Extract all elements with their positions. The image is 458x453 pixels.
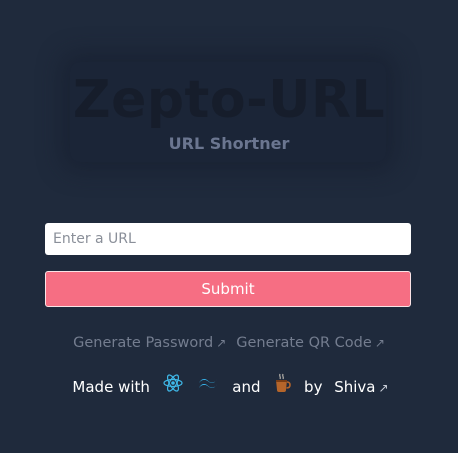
author-name: Shiva bbox=[334, 377, 376, 396]
external-link-icon: ↗ bbox=[374, 336, 385, 350]
author-link[interactable]: Shiva ↗ bbox=[334, 378, 388, 396]
tailwind-icon bbox=[197, 375, 219, 397]
submit-button[interactable]: Submit bbox=[45, 271, 411, 307]
url-input[interactable] bbox=[45, 223, 411, 255]
app-title: Zepto-URL bbox=[72, 70, 386, 130]
and-text: and bbox=[232, 377, 261, 396]
generate-password-label: Generate Password bbox=[73, 335, 214, 351]
external-link-icon: ↗ bbox=[216, 336, 227, 350]
react-icon bbox=[163, 373, 183, 399]
generate-qr-code-link[interactable]: Generate QR Code ↗ bbox=[236, 333, 385, 353]
made-with-text: Made with bbox=[72, 377, 150, 396]
external-link-icon: ↗ bbox=[378, 380, 389, 395]
footer-credit: Made with and by Shiva ↗ bbox=[0, 373, 458, 400]
app-subtitle: URL Shortner bbox=[168, 134, 290, 153]
coffee-icon bbox=[273, 373, 292, 399]
by-text: by bbox=[304, 377, 323, 396]
generate-qr-code-label: Generate QR Code bbox=[236, 335, 372, 351]
generate-password-link[interactable]: Generate Password ↗ bbox=[73, 333, 226, 353]
tool-links: Generate Password ↗ Generate QR Code ↗ bbox=[0, 333, 458, 353]
page: Zepto-URL URL Shortner Submit Generate P… bbox=[0, 0, 458, 453]
